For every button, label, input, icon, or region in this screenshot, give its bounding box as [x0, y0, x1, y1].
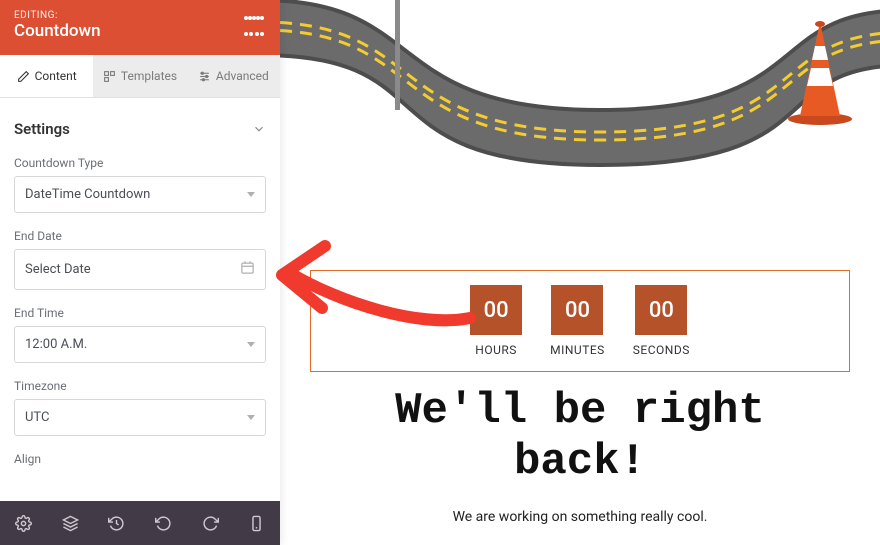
countdown-label: SECONDS [633, 343, 690, 357]
mobile-icon [248, 515, 265, 532]
preview-canvas: 00 HOURS 00 MINUTES 00 SECONDS We'll be … [280, 0, 880, 545]
countdown-value: 00 [551, 285, 603, 335]
chevron-down-icon [247, 415, 255, 420]
field-countdown-type: Countdown Type DateTime Countdown [14, 156, 266, 213]
field-label: Countdown Type [14, 156, 266, 170]
chevron-down-icon [247, 342, 255, 347]
section-header[interactable]: Settings [14, 112, 266, 156]
countdown-label: HOURS [470, 343, 522, 357]
end-date-input[interactable]: Select Date [14, 249, 266, 290]
countdown-value: 00 [635, 285, 687, 335]
headline-text: We'll be right back! [320, 386, 840, 487]
widget-name: Countdown [14, 21, 101, 41]
subline-text: We are working on something really cool. [280, 509, 880, 525]
countdown-value: 00 [470, 285, 522, 335]
countdown-minutes: 00 MINUTES [550, 285, 605, 357]
toolbar-settings-button[interactable] [0, 501, 47, 545]
undo-icon [155, 515, 172, 532]
calendar-icon [240, 260, 255, 279]
templates-icon [103, 70, 116, 83]
countdown-seconds: 00 SECONDS [633, 285, 690, 357]
hero-illustration [280, 0, 880, 170]
panel-tabs: Content Templates Advanced [0, 55, 280, 98]
toolbar-redo-button[interactable] [187, 501, 234, 545]
tab-label: Advanced [216, 69, 269, 83]
traffic-cone-icon [785, 16, 855, 126]
countdown-hours: 00 HOURS [470, 285, 522, 357]
field-end-time: End Time 12:00 A.M. [14, 306, 266, 363]
section-title: Settings [14, 120, 70, 138]
gear-icon [15, 515, 32, 532]
timezone-select[interactable]: UTC [14, 399, 266, 436]
toolbar-undo-button[interactable] [140, 501, 187, 545]
editing-label: EDITING: [14, 10, 101, 21]
tab-label: Content [35, 69, 77, 83]
tab-templates[interactable]: Templates [93, 55, 186, 97]
select-value: 12:00 A.M. [25, 337, 87, 352]
sidebar-header: EDITING: Countdown [0, 0, 280, 55]
layers-icon [62, 515, 79, 532]
settings-panel: Settings Countdown Type DateTime Countdo… [0, 98, 280, 501]
countdown-label: MINUTES [550, 343, 605, 357]
select-value: UTC [25, 410, 49, 425]
countdown-type-select[interactable]: DateTime Countdown [14, 176, 266, 213]
field-label: End Date [14, 229, 266, 243]
field-timezone: Timezone UTC [14, 379, 266, 436]
end-time-select[interactable]: 12:00 A.M. [14, 326, 266, 363]
toolbar-layers-button[interactable] [47, 501, 94, 545]
sliders-icon [198, 70, 211, 83]
bottom-toolbar [0, 501, 280, 545]
chevron-down-icon [247, 192, 255, 197]
pencil-icon [17, 70, 30, 83]
field-label: End Time [14, 306, 266, 320]
grid-icon[interactable] [242, 14, 266, 38]
chevron-down-icon [252, 122, 266, 136]
field-align: Align [14, 452, 266, 466]
redo-icon [202, 515, 219, 532]
editor-sidebar: EDITING: Countdown Content Templates Adv… [0, 0, 280, 545]
field-end-date: End Date Select Date [14, 229, 266, 290]
history-icon [108, 515, 125, 532]
countdown-widget[interactable]: 00 HOURS 00 MINUTES 00 SECONDS [310, 270, 850, 372]
input-placeholder: Select Date [25, 262, 91, 277]
toolbar-responsive-button[interactable] [233, 501, 280, 545]
field-label: Align [14, 452, 266, 466]
tab-content[interactable]: Content [0, 55, 93, 97]
field-label: Timezone [14, 379, 266, 393]
tab-label: Templates [121, 69, 177, 83]
tab-advanced[interactable]: Advanced [187, 55, 280, 97]
toolbar-history-button[interactable] [93, 501, 140, 545]
select-value: DateTime Countdown [25, 187, 150, 202]
